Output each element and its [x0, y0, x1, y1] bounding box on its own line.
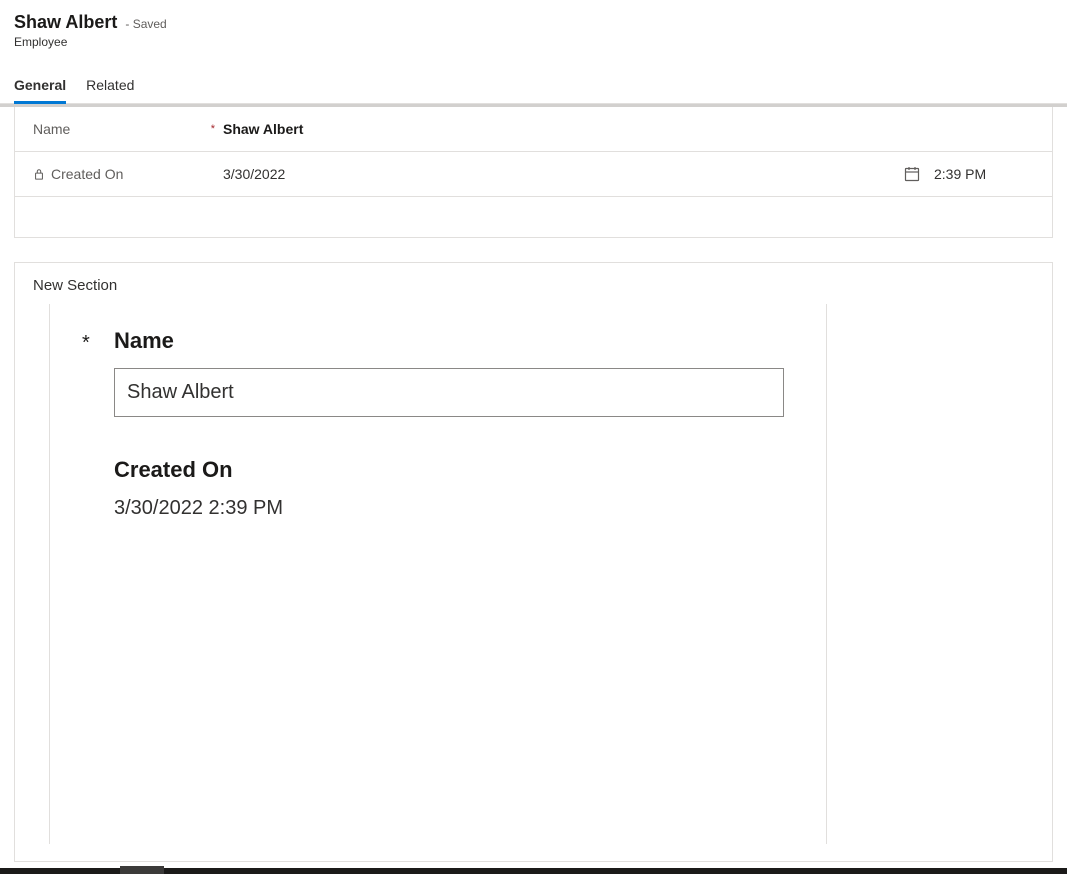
preview-field-name: * Name	[82, 328, 794, 417]
preview-created-on-label: Created On	[114, 457, 794, 483]
name-field-label: Name	[33, 121, 70, 137]
created-on-field-label: Created On	[51, 166, 123, 182]
record-title: Shaw Albert	[14, 12, 117, 33]
tab-general[interactable]: General	[14, 71, 66, 104]
field-row-created-on: Created On 3/30/2022 2:39 PM	[15, 152, 1052, 197]
form-tabs: General Related	[0, 71, 1067, 104]
preview-created-on-value: 3/30/2022 2:39 PM	[114, 497, 794, 520]
form-main-section: Name * Shaw Albert Created On 3/30/2022 …	[14, 107, 1053, 238]
preview-name-input[interactable]	[114, 368, 784, 417]
required-indicator: *	[203, 123, 223, 135]
lock-icon	[33, 168, 45, 180]
save-status: - Saved	[125, 17, 166, 31]
preview-name-label: Name	[114, 328, 794, 354]
required-asterisk: *	[82, 328, 96, 355]
new-section-panel: * Name Created On 3/30/2022 2:39 PM	[49, 304, 827, 844]
new-section-title: New Section	[15, 277, 1052, 304]
entity-type-label: Employee	[14, 35, 1053, 49]
record-header: Shaw Albert - Saved Employee	[0, 0, 1067, 57]
tab-related[interactable]: Related	[86, 71, 134, 104]
created-on-date-value: 3/30/2022	[223, 166, 904, 182]
window-bottom-bar-segment	[120, 866, 164, 874]
name-field-value[interactable]: Shaw Albert	[223, 121, 1034, 137]
created-on-time-value: 2:39 PM	[934, 166, 1034, 182]
calendar-icon	[904, 166, 920, 182]
new-section: New Section * Name Created On 3/30/2022 …	[14, 262, 1053, 862]
field-row-name: Name * Shaw Albert	[15, 107, 1052, 152]
preview-field-created-on: Created On 3/30/2022 2:39 PM	[114, 457, 794, 520]
